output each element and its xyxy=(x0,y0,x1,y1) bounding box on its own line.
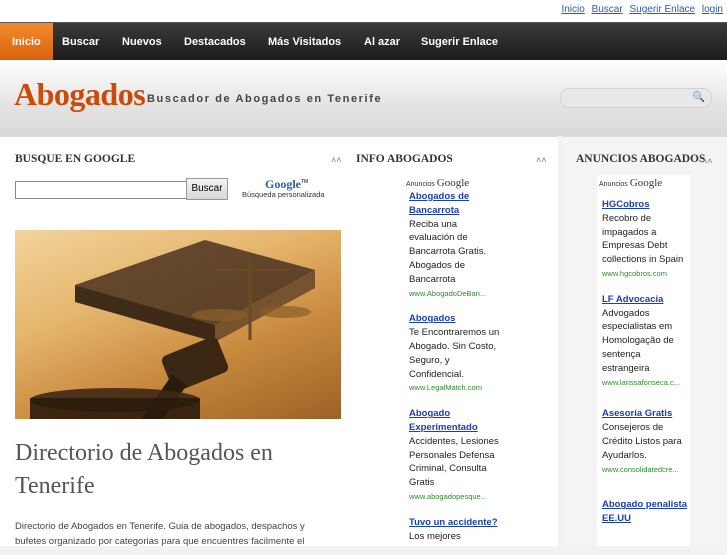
nav-item-al-azar[interactable]: Al azar xyxy=(364,23,400,61)
ad-body: Recobro de impagados a Empresas Debt col… xyxy=(602,212,684,266)
ad-item: Abogados de Bancarrota Reciba una evalua… xyxy=(409,190,504,300)
ads-brand: Google xyxy=(629,177,663,189)
nav-item-buscar[interactable]: Buscar xyxy=(62,23,99,61)
ad-body: Accidentes, Lesiones Personales Defensa … xyxy=(409,435,499,489)
top-link-inicio[interactable]: Inicio xyxy=(561,4,584,15)
ad-body: Te Encontraremos un Abogado. Sin Costo, … xyxy=(409,327,500,380)
header-search-input[interactable] xyxy=(569,89,693,107)
left-panel: BUSQUE EN GOOGLE ˄˄ Buscar GoogleTM Búsq… xyxy=(0,136,350,547)
ads-by-google[interactable]: Anuncios Google xyxy=(406,177,469,189)
anuncios-panel: ANUNCIOS ABOGADOS ˄˄ Anuncios Google HGC… xyxy=(562,136,727,546)
ad-body: Los mejores xyxy=(409,530,461,542)
info-panel: INFO ABOGADOS ˄˄ Anuncios Google Abogado… xyxy=(350,136,558,546)
top-link-buscar[interactable]: Buscar xyxy=(592,4,623,15)
ad-headline[interactable]: Abogado Experimentado xyxy=(409,407,504,435)
anuncios-box-title: ANUNCIOS ABOGADOS xyxy=(576,153,706,165)
ad-body: Consejeros de Crédito Listos para Ayudar… xyxy=(602,422,682,461)
info-box-title: INFO ABOGADOS xyxy=(356,153,453,165)
ad-headline[interactable]: Abogados de Bancarrota xyxy=(409,190,504,218)
ad-item: Abogado Experimentado Accidentes, Lesion… xyxy=(409,407,504,504)
top-links: Inicio Buscar Sugerir Enlace login xyxy=(557,4,723,15)
google-search-button[interactable]: Buscar xyxy=(186,178,228,200)
ad-headline[interactable]: Abogados xyxy=(409,312,504,326)
ad-headline[interactable]: Tuvo un accidente? xyxy=(409,516,504,530)
ad-url[interactable]: www.abogadopesque... xyxy=(409,490,504,504)
site-header: Abogados Buscador de Abogados en Tenerif… xyxy=(0,60,727,136)
ad-url[interactable]: www.consolidatedcre... xyxy=(602,463,688,477)
ad-body: Advogados especialistas em Homologação d… xyxy=(602,307,674,374)
ad-item: Abogado penalista EE.UU xyxy=(602,498,688,526)
collapse-chevron-icon[interactable]: ˄˄ xyxy=(331,155,342,165)
page-title: Directorio de Abogados en Tenerife xyxy=(15,440,273,499)
ads-label: Anuncios xyxy=(599,181,628,188)
ads-label: Anuncios xyxy=(406,181,435,188)
top-link-login[interactable]: login xyxy=(702,4,723,15)
ad-url[interactable]: www.LegalMatch.com xyxy=(409,381,504,395)
nav-item-destacados[interactable]: Destacados xyxy=(184,23,246,61)
ad-item: Abogados Te Encontraremos un Abogado. Si… xyxy=(409,312,504,395)
google-box-title: BUSQUE EN GOOGLE xyxy=(15,153,136,165)
ads-brand: Google xyxy=(436,177,470,189)
nav-item-nuevos[interactable]: Nuevos xyxy=(122,23,162,61)
ad-url[interactable]: www.larissafonseca.c... xyxy=(602,376,688,390)
info-ads-list: Abogados de Bancarrota Reciba una evalua… xyxy=(409,190,504,555)
ad-item: LF Advocacia Advogados especialistas em … xyxy=(602,293,688,390)
ad-body: Reciba una evaluación de Bancarrota Grat… xyxy=(409,218,487,285)
collapse-chevron-icon[interactable]: ˄˄ xyxy=(536,155,547,165)
nav-item-mas-visitados[interactable]: Más Visitados xyxy=(268,23,341,61)
search-icon[interactable]: 🔍 xyxy=(693,92,705,103)
ad-item: HGCobros Recobro de impagados a Empresas… xyxy=(602,198,688,281)
ad-headline[interactable]: Asesoría Gratis xyxy=(602,407,688,421)
ads-by-google[interactable]: Anuncios Google xyxy=(599,177,662,189)
ad-item: Tuvo un accidente? Los mejores xyxy=(409,516,504,544)
site-logo[interactable]: Abogados xyxy=(14,76,146,113)
nav-item-inicio[interactable]: Inicio xyxy=(0,23,53,61)
top-utility-bar: Inicio Buscar Sugerir Enlace login xyxy=(0,0,727,22)
site-tagline: Buscador de Abogados en Tenerife xyxy=(147,93,383,105)
gavel-scales-photo xyxy=(15,230,341,419)
ad-url[interactable]: www.hgcobros.com xyxy=(602,267,688,281)
gavel-illustration xyxy=(30,240,315,419)
ad-headline[interactable]: HGCobros xyxy=(602,198,688,212)
ad-headline[interactable]: Abogado penalista EE.UU xyxy=(602,498,688,526)
ad-headline[interactable]: LF Advocacia xyxy=(602,293,688,307)
header-search: 🔍 xyxy=(560,88,712,108)
ad-item: Asesoría Gratis Consejeros de Crédito Li… xyxy=(602,407,688,476)
ad-url[interactable]: www.AbogadoDeBan... xyxy=(409,287,504,301)
google-search-input[interactable] xyxy=(15,181,187,199)
google-logo-tm: TM xyxy=(301,179,309,185)
collapse-chevron-icon[interactable]: ˄˄ xyxy=(702,156,713,166)
nav-item-sugerir-enlace[interactable]: Sugerir Enlace xyxy=(421,23,498,61)
google-logo-text: Google xyxy=(265,177,301,191)
google-search-subtitle: Búsqueda personalizada xyxy=(242,190,325,199)
top-link-sugerir-enlace[interactable]: Sugerir Enlace xyxy=(629,4,695,15)
anuncios-ads-list: HGCobros Recobro de impagados a Empresas… xyxy=(602,198,688,538)
main-nav: Inicio Buscar Nuevos Destacados Más Visi… xyxy=(0,22,727,61)
